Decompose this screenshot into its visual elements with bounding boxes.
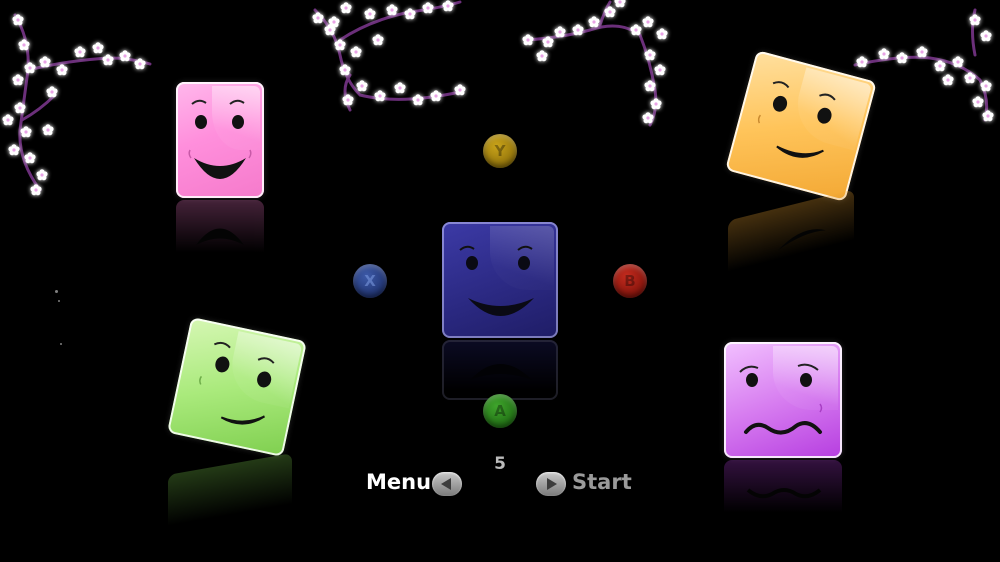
purple-face-reflection bbox=[724, 460, 842, 522]
pink-face-block[interactable] bbox=[176, 82, 264, 198]
purple-face-block[interactable] bbox=[724, 342, 842, 458]
smirking-face-icon bbox=[199, 341, 275, 425]
pink-face-reflection bbox=[176, 200, 264, 262]
b-button-icon[interactable]: B bbox=[613, 264, 647, 298]
left-arrow-icon[interactable] bbox=[432, 472, 462, 496]
blue-face-block[interactable] bbox=[442, 222, 558, 338]
worried-face-icon bbox=[739, 363, 823, 435]
happy-face-icon bbox=[188, 99, 252, 179]
right-arrow-icon[interactable] bbox=[536, 472, 566, 496]
dust-particle bbox=[60, 343, 62, 345]
b-button-label: B bbox=[624, 272, 636, 290]
happy-face-icon bbox=[459, 245, 534, 316]
menu-label[interactable]: Menu bbox=[366, 470, 431, 494]
start-label[interactable]: Start bbox=[572, 470, 632, 494]
a-button-icon[interactable]: A bbox=[483, 394, 517, 428]
green-face-block[interactable] bbox=[167, 317, 307, 457]
x-button-label: X bbox=[364, 272, 376, 290]
dust-particle bbox=[55, 290, 58, 293]
dust-particle bbox=[58, 300, 60, 302]
x-button-icon[interactable]: X bbox=[353, 264, 387, 298]
blue-face-reflection bbox=[442, 340, 558, 400]
y-button-label: Y bbox=[494, 142, 506, 160]
y-button-icon[interactable]: Y bbox=[483, 134, 517, 168]
a-button-label: A bbox=[494, 402, 506, 420]
game-screen: Y X B A Menu 5 Start bbox=[0, 0, 1000, 562]
